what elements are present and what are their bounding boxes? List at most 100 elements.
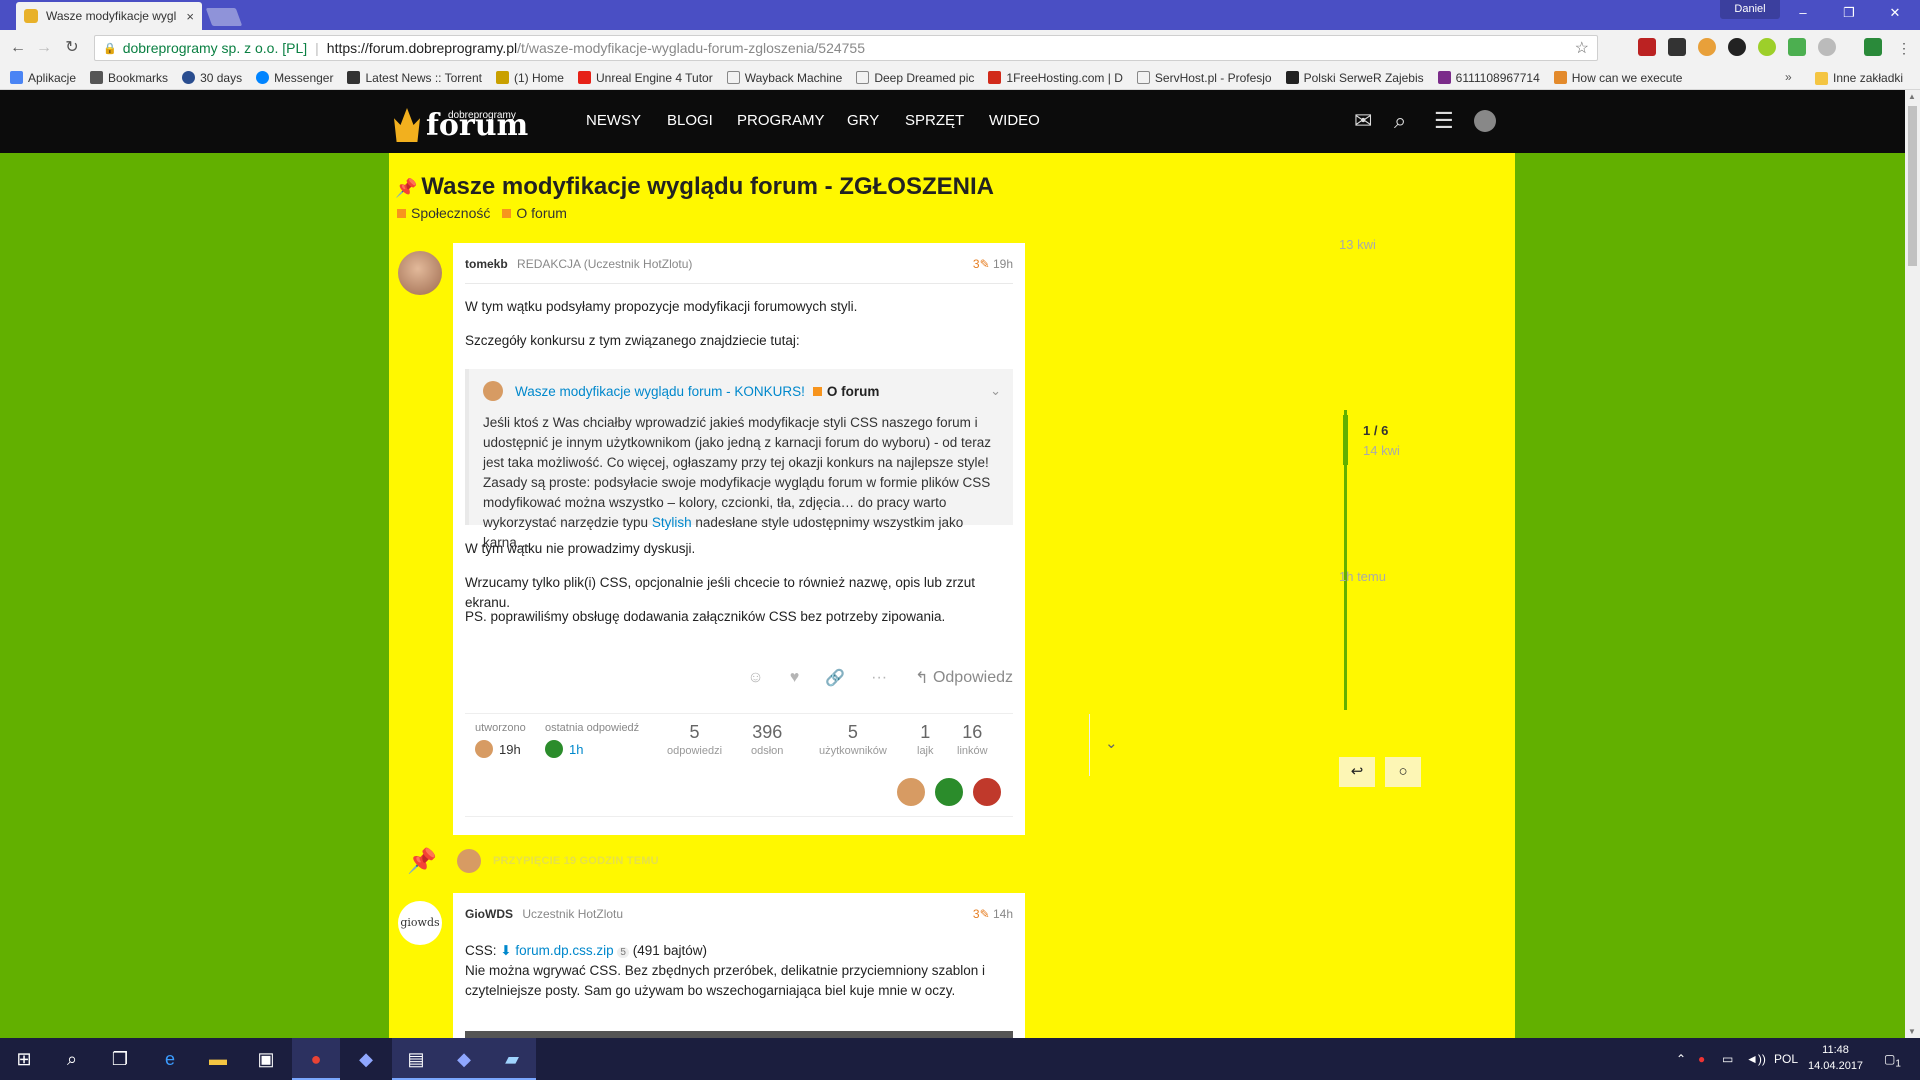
file-explorer-icon[interactable]: ▬	[194, 1038, 242, 1080]
volume-icon[interactable]: ◄))	[1746, 1038, 1766, 1080]
post-avatar[interactable]	[398, 251, 442, 295]
tab-close-icon[interactable]: ×	[186, 9, 194, 24]
app-icon[interactable]: ▰	[488, 1038, 536, 1080]
nav-programy[interactable]: PROGRAMY	[737, 112, 825, 129]
post-username[interactable]: GioWDS	[465, 907, 513, 921]
timeline-handle[interactable]	[1343, 415, 1348, 465]
forward-arrow-icon[interactable]: →	[32, 36, 56, 60]
reply-icon-button[interactable]: ↩	[1339, 757, 1375, 787]
participant-avatar[interactable]	[971, 776, 1003, 808]
forum-logo[interactable]: dobreprogramy forum	[394, 100, 528, 142]
extension-icon[interactable]	[1668, 38, 1686, 56]
last-reply-link[interactable]: 1h	[569, 742, 583, 757]
post-age[interactable]: 19h	[993, 257, 1013, 271]
extension-vpn-icon[interactable]	[1728, 38, 1746, 56]
notification-center-icon[interactable]: ▢1	[1884, 1038, 1901, 1080]
category-o-forum[interactable]: O forum	[502, 205, 567, 221]
store-icon[interactable]: ▣	[242, 1038, 290, 1080]
bookmark-item[interactable]: 1FreeHosting.com | D	[988, 71, 1123, 85]
hamburger-menu-icon[interactable]: ☰	[1434, 108, 1454, 134]
bookmark-star-icon[interactable]: ☆	[1575, 38, 1589, 58]
nav-sprzet[interactable]: SPRZĘT	[905, 112, 964, 129]
attachment-link[interactable]: forum.dp.css.zip	[515, 943, 613, 958]
bookmark-item[interactable]: 6111108967714	[1437, 71, 1540, 85]
system-clock[interactable]: 11:48 14.04.2017	[1808, 1042, 1863, 1074]
app-icon[interactable]: ◆	[440, 1038, 488, 1080]
creator-avatar[interactable]	[475, 740, 493, 758]
bookmarks-overflow-icon[interactable]: »	[1785, 70, 1792, 84]
bookmark-item[interactable]: Deep Dreamed pic	[856, 71, 974, 85]
participant-avatar[interactable]	[895, 776, 927, 808]
nav-wideo[interactable]: WIDEO	[989, 112, 1040, 129]
stylish-link[interactable]: Stylish	[652, 515, 692, 530]
extension-chrome-icon[interactable]	[1758, 38, 1776, 56]
profile-name[interactable]: Daniel	[1720, 0, 1780, 19]
reply-button[interactable]: ↰ Odpowiedz	[915, 668, 1013, 688]
quote-topic-link[interactable]: Wasze modyfikacje wyglądu forum - KONKUR…	[515, 384, 805, 399]
chrome-menu-icon[interactable]: ⋮	[1892, 36, 1916, 60]
heart-icon[interactable]: ♥	[790, 669, 800, 687]
category-spolecznosc[interactable]: Społeczność	[397, 205, 490, 221]
other-bookmarks[interactable]: Inne zakładki	[1815, 71, 1903, 85]
envelope-icon[interactable]: ✉	[1354, 108, 1372, 134]
restore-button[interactable]: ❐	[1826, 0, 1872, 28]
language-indicator[interactable]: POL	[1774, 1038, 1798, 1080]
close-window-button[interactable]: ✕	[1872, 0, 1918, 28]
emoji-icon[interactable]: ☺	[747, 669, 763, 687]
screenshot-preview[interactable]	[465, 1031, 1013, 1038]
minimize-button[interactable]: –	[1780, 0, 1826, 28]
chevron-down-icon[interactable]: ⌄	[1105, 734, 1118, 752]
reload-icon[interactable]: ↻	[60, 36, 84, 60]
extension-cloud-icon[interactable]	[1818, 38, 1836, 56]
nav-newsy[interactable]: NEWSY	[586, 112, 641, 129]
bookmark-item[interactable]: Aplikacje	[10, 71, 76, 85]
scrollbar-thumb[interactable]	[1908, 106, 1917, 266]
app-icon[interactable]: ◆	[342, 1038, 390, 1080]
tray-chevron-icon[interactable]: ⌃	[1676, 1038, 1686, 1080]
post-avatar[interactable]: giowds	[398, 901, 442, 945]
user-avatar-icon[interactable]	[1474, 110, 1496, 132]
participant-avatar[interactable]	[933, 776, 965, 808]
notification-level-button[interactable]: ○	[1385, 757, 1421, 787]
network-icon[interactable]: ▭	[1722, 1038, 1733, 1080]
bookmark-item[interactable]: Polski SerweR Zajebis	[1285, 71, 1424, 85]
browser-tab[interactable]: Wasze modyfikacje wygl ×	[16, 2, 202, 30]
chrome-icon[interactable]: ●	[292, 1038, 340, 1080]
quote-category[interactable]: O forum	[812, 384, 879, 399]
chevron-down-icon[interactable]: ⌄	[990, 383, 1001, 399]
nav-blogi[interactable]: BLOGI	[667, 112, 713, 129]
topic-title[interactable]: 📌 Wasze modyfikacje wyglądu forum - ZGŁOS…	[395, 173, 994, 201]
scroll-down-icon[interactable]: ▼	[1908, 1027, 1916, 1036]
app-icon[interactable]: ▤	[392, 1038, 440, 1080]
back-arrow-icon[interactable]: ←	[6, 36, 30, 60]
task-view-icon[interactable]: ❐	[96, 1038, 144, 1080]
bookmark-item[interactable]: Latest News :: Torrent	[347, 71, 482, 85]
bookmark-item[interactable]: 30 days	[182, 71, 242, 85]
timeline-end-date[interactable]: 1h temu	[1339, 569, 1386, 584]
bookmark-item[interactable]: ServHost.pl - Profesjo	[1136, 71, 1272, 85]
new-tab-button[interactable]	[205, 8, 243, 26]
edit-count[interactable]: 3	[973, 907, 980, 921]
bookmark-item[interactable]: Messenger	[256, 71, 333, 85]
tray-app-icon[interactable]: ●	[1698, 1038, 1705, 1080]
extension-up-icon[interactable]	[1788, 38, 1806, 56]
small-action-avatar[interactable]	[457, 849, 481, 873]
post-age[interactable]: 14h	[993, 907, 1013, 921]
bookmark-item[interactable]: Wayback Machine	[726, 71, 842, 85]
nav-gry[interactable]: GRY	[847, 112, 879, 129]
search-icon[interactable]: ⌕	[48, 1038, 96, 1080]
timeline-start-date[interactable]: 13 kwi	[1339, 237, 1376, 252]
post-username[interactable]: tomekb	[465, 257, 508, 271]
windows-start-icon[interactable]: ⊞	[0, 1038, 48, 1080]
bookmark-item[interactable]: (1) Home	[495, 71, 564, 85]
extension-s-icon[interactable]	[1864, 38, 1882, 56]
last-reply-avatar[interactable]	[545, 740, 563, 758]
link-icon[interactable]: 🔗	[825, 668, 845, 688]
extension-cookie-icon[interactable]	[1698, 38, 1716, 56]
search-icon[interactable]: ⌕	[1394, 108, 1406, 134]
bookmark-item[interactable]: Bookmarks	[90, 71, 168, 85]
vertical-scrollbar[interactable]: ▲ ▼	[1905, 90, 1920, 1038]
edit-count[interactable]: 3	[973, 257, 980, 271]
edge-icon[interactable]: e	[146, 1038, 194, 1080]
bookmark-item[interactable]: Unreal Engine 4 Tutor	[577, 71, 713, 85]
